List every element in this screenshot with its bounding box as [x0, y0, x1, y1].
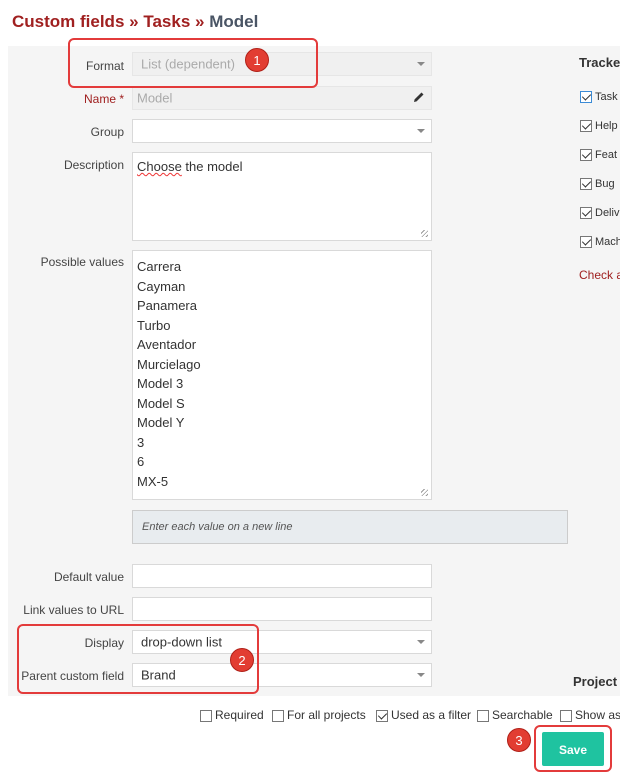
- checkbox-checked-icon[interactable]: [376, 709, 388, 722]
- searchable-checkbox[interactable]: Searchable: [477, 708, 553, 722]
- default-value-label: Default value: [53, 570, 124, 584]
- description-text: Choose the model: [137, 159, 243, 174]
- chevron-down-icon: [417, 673, 425, 677]
- annotation-badge-1: 1: [245, 48, 269, 72]
- link-values-input[interactable]: [132, 597, 432, 621]
- checkbox-checked-icon[interactable]: [580, 120, 592, 133]
- possible-values-hint: Enter each value on a new line: [132, 510, 568, 544]
- tracker-label: Bug: [595, 178, 615, 190]
- for-all-projects-checkbox[interactable]: For all projects: [272, 708, 366, 722]
- resize-handle-icon[interactable]: [421, 489, 428, 496]
- tracker-label: Feat: [595, 149, 618, 161]
- default-value-input[interactable]: [132, 564, 432, 588]
- checkbox-icon[interactable]: [477, 709, 489, 722]
- possible-value-item: Murcielago: [137, 356, 201, 372]
- annotation-badge-3: 3: [507, 728, 531, 752]
- chevron-down-icon: [417, 129, 425, 133]
- name-input[interactable]: Model: [132, 86, 432, 110]
- annotation-badge-2: 2: [230, 648, 254, 672]
- field-options: Required For all projects Used as a filt…: [0, 708, 620, 726]
- show-as-checkbox[interactable]: Show as: [560, 708, 620, 722]
- group-select[interactable]: [132, 119, 432, 143]
- tracker-item[interactable]: Mach: [580, 236, 620, 249]
- checkbox-checked-icon[interactable]: [580, 236, 592, 249]
- possible-value-item: MX-5: [137, 473, 169, 489]
- tracker-item[interactable]: Feat: [580, 149, 618, 162]
- possible-value-item: Carrera: [137, 259, 182, 274]
- possible-value-item: 6: [137, 454, 145, 469]
- used-as-filter-checkbox[interactable]: Used as a filter: [376, 708, 471, 722]
- breadcrumb-separator: »: [195, 12, 205, 31]
- possible-values-list: Carrera Cayman Panamera Turbo Aventador Murci…: [137, 257, 201, 491]
- page-title: Custom fields » Tasks » Model: [12, 12, 258, 32]
- tracker-item[interactable]: Task: [580, 91, 618, 104]
- description-textarea[interactable]: Choose the model: [132, 152, 432, 241]
- annotation-box-3: [534, 725, 612, 772]
- group-label: Group: [90, 125, 124, 139]
- possible-value-item: Model Y: [137, 415, 185, 430]
- possible-value-item: Panamera: [137, 298, 197, 313]
- breadcrumb-separator: »: [129, 12, 139, 31]
- chevron-down-icon: [417, 62, 425, 66]
- tracker-label: Mach: [595, 236, 620, 248]
- breadcrumb-current: Model: [209, 12, 259, 31]
- possible-value-item: Turbo: [137, 317, 171, 333]
- possible-value-item: Model S: [137, 395, 185, 411]
- possible-values-textarea[interactable]: Carrera Cayman Panamera Turbo Aventador Murci…: [132, 250, 432, 500]
- possible-value-item: Model 3: [137, 376, 184, 391]
- tracker-item[interactable]: Bug: [580, 178, 615, 191]
- name-value: Model: [137, 90, 173, 106]
- breadcrumb-tasks[interactable]: Tasks: [143, 12, 190, 31]
- possible-value-item: 3: [137, 434, 145, 450]
- checkbox-checked-icon[interactable]: [580, 207, 592, 220]
- checkbox-icon[interactable]: [560, 709, 572, 722]
- projects-heading: Project: [573, 674, 618, 689]
- required-checkbox[interactable]: Required: [200, 708, 264, 722]
- link-values-label: Link values to URL: [23, 603, 124, 617]
- pencil-icon[interactable]: [413, 91, 425, 106]
- checkbox-checked-icon[interactable]: [580, 178, 592, 191]
- tracker-label: Deliv: [595, 207, 620, 219]
- check-all-link[interactable]: Check a: [579, 268, 620, 282]
- annotation-box-1: [68, 38, 318, 88]
- chevron-down-icon: [417, 640, 425, 644]
- possible-values-label: Possible values: [40, 255, 124, 269]
- resize-handle-icon[interactable]: [421, 230, 428, 237]
- breadcrumb-custom-fields[interactable]: Custom fields: [12, 12, 124, 31]
- description-label: Description: [63, 158, 124, 172]
- checkbox-icon[interactable]: [200, 709, 212, 722]
- trackers-heading: Tracke: [579, 55, 620, 70]
- annotation-box-2: [17, 624, 259, 694]
- checkbox-checked-icon[interactable]: [580, 91, 592, 104]
- name-label: Name *: [83, 92, 124, 106]
- checkbox-checked-icon[interactable]: [580, 149, 592, 162]
- possible-value-item: Cayman: [137, 278, 186, 294]
- tracker-item[interactable]: Deliv: [580, 207, 620, 220]
- tracker-label: Task: [595, 91, 618, 103]
- checkbox-icon[interactable]: [272, 709, 284, 722]
- tracker-item[interactable]: Help: [580, 120, 618, 133]
- possible-value-item: Aventador: [137, 337, 197, 352]
- tracker-label: Help: [595, 120, 618, 132]
